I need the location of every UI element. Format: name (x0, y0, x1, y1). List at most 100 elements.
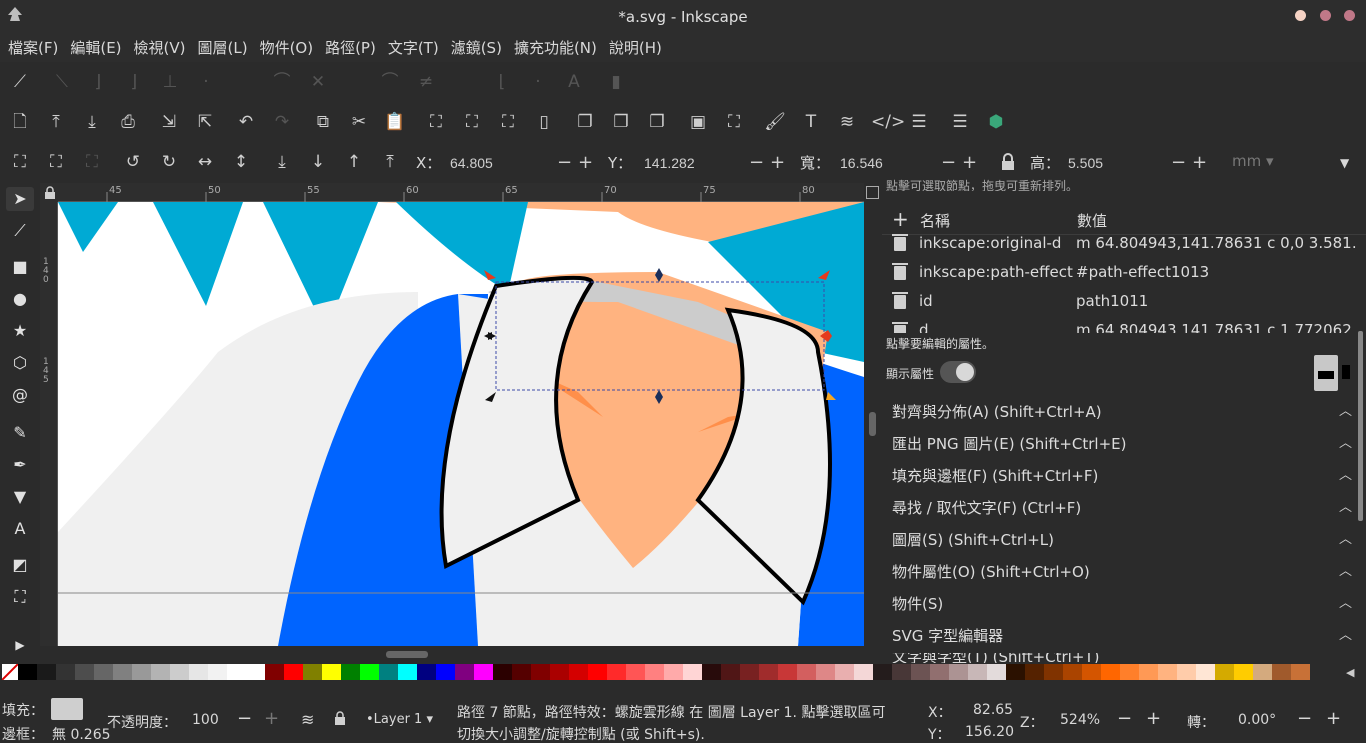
color-swatch[interactable] (816, 664, 835, 680)
dock-align-distribute[interactable]: 對齊與分佈(A) (Shift+Ctrl+A) ︿ (882, 396, 1352, 428)
color-swatch[interactable] (303, 664, 322, 680)
snap-bbox-center-icon[interactable]: · (194, 70, 218, 94)
chevron-up-icon[interactable]: ︿ (1339, 492, 1352, 524)
undo-icon[interactable]: ↶ (234, 110, 258, 134)
dock-svg-font-editor[interactable]: SVG 字型編輯器 ︿ (882, 620, 1352, 652)
copy-icon[interactable]: ⧉ (311, 110, 335, 134)
palette-menu-icon[interactable]: ◀ (1346, 666, 1354, 679)
color-swatch[interactable] (1120, 664, 1139, 680)
dock-text-font[interactable]: 文字與字型(T) (Shift+Ctrl+T) (882, 653, 1352, 663)
3d-box-tool-icon[interactable]: ⬡ (6, 351, 34, 375)
color-swatch[interactable] (930, 664, 949, 680)
snap-paths-icon[interactable]: ⌒ (270, 70, 294, 94)
color-swatch[interactable] (284, 664, 303, 680)
rectangle-tool-icon[interactable]: ■ (6, 255, 34, 279)
unit-select[interactable]: mm ▾ (1232, 152, 1274, 170)
rotate-plus-button[interactable]: + (1326, 708, 1341, 729)
drawing-artwork[interactable] (58, 202, 864, 646)
color-swatch[interactable] (797, 664, 816, 680)
y-minus-button[interactable]: − (749, 150, 764, 176)
height-field[interactable] (1068, 150, 1158, 176)
lower-bottom-icon[interactable]: ⤓ (270, 150, 294, 174)
snap-bbox-edge-icon[interactable]: ⌋ (86, 70, 110, 94)
calligraphy-tool-icon[interactable]: ▼ (6, 485, 34, 509)
color-swatch[interactable] (987, 664, 1006, 680)
opacity-minus-button[interactable]: − (237, 708, 252, 729)
delete-attribute-icon[interactable] (892, 292, 908, 309)
color-swatch[interactable] (588, 664, 607, 680)
color-swatch[interactable] (474, 664, 493, 680)
layer-lock-icon[interactable] (334, 710, 346, 726)
color-swatch[interactable] (132, 664, 151, 680)
import-icon[interactable]: ⇲ (157, 110, 181, 134)
chevron-up-icon[interactable]: ︿ (1339, 620, 1352, 652)
more-tools-icon[interactable]: ▶ (6, 633, 34, 657)
canvas-corner-toggle[interactable] (866, 186, 879, 199)
color-swatch[interactable] (360, 664, 379, 680)
layers-toggle-icon[interactable]: ≋ (301, 710, 314, 729)
x-plus-button[interactable]: + (578, 150, 593, 176)
y-field[interactable] (644, 150, 744, 176)
color-swatch[interactable] (170, 664, 189, 680)
layout-toggle-icon[interactable] (1314, 355, 1338, 391)
dock-find-replace[interactable]: 尋找 / 取代文字(F) (Ctrl+F) ︿ (882, 492, 1352, 524)
color-swatch[interactable] (740, 664, 759, 680)
add-attribute-button[interactable]: + (892, 207, 909, 231)
snap-bbox-corner-icon[interactable]: ⌋ (122, 70, 146, 94)
menu-object[interactable]: 物件(O) (254, 34, 320, 62)
layers-icon[interactable]: ≋ (835, 110, 859, 134)
show-attributes-toggle[interactable] (940, 361, 976, 383)
zoom-selection-icon[interactable]: ⛶ (424, 110, 448, 134)
color-swatch[interactable] (37, 664, 56, 680)
color-swatch[interactable] (1291, 664, 1310, 680)
rotate-minus-button[interactable]: − (1297, 708, 1312, 729)
color-swatch[interactable] (512, 664, 531, 680)
color-swatch[interactable] (1101, 664, 1120, 680)
maximize-button[interactable] (1320, 10, 1331, 21)
x-field[interactable] (450, 150, 550, 176)
color-swatch[interactable] (759, 664, 778, 680)
pencil-tool-icon[interactable]: ✎ (6, 421, 34, 445)
fill-stroke-icon[interactable]: 🖌 (763, 110, 787, 134)
delete-attribute-icon[interactable] (892, 322, 908, 333)
rotate-cw-icon[interactable]: ↻ (157, 150, 181, 174)
xml-editor-icon[interactable]: </> (871, 110, 905, 134)
ellipse-tool-icon[interactable]: ● (6, 287, 34, 311)
width-plus-button[interactable]: + (962, 150, 977, 176)
color-swatch[interactable] (949, 664, 968, 680)
menu-filters[interactable]: 濾鏡(S) (445, 34, 508, 62)
flip-horizontal-icon[interactable]: ↔ (193, 150, 217, 174)
flip-vertical-icon[interactable]: ↕ (229, 150, 253, 174)
color-swatch[interactable] (702, 664, 721, 680)
color-swatch[interactable] (968, 664, 987, 680)
menu-view[interactable]: 檢視(V) (128, 34, 192, 62)
zoom-in-button[interactable]: + (1146, 708, 1161, 729)
delete-attribute-icon[interactable] (892, 234, 908, 251)
current-layer-select[interactable]: •Layer 1 ▾ (366, 712, 433, 727)
zoom-drawing-icon[interactable]: ⛶ (460, 110, 484, 134)
zoom-value[interactable]: 524% (1060, 712, 1100, 728)
color-swatch[interactable] (94, 664, 113, 680)
snap-page-icon[interactable]: ▮ (604, 70, 628, 94)
close-button[interactable] (1344, 10, 1355, 21)
drawing-canvas[interactable] (58, 202, 864, 646)
fill-indicator[interactable] (51, 698, 83, 720)
ungroup-icon[interactable]: ⛶ (722, 110, 746, 134)
snap-bbox-icon[interactable]: ⟍ (50, 70, 74, 94)
zoom-page-width-icon[interactable]: ▯ (532, 110, 556, 134)
pen-tool-icon[interactable]: ✒ (6, 453, 34, 477)
redo-icon[interactable]: ↷ (270, 110, 294, 134)
chevron-up-icon[interactable]: ︿ (1339, 524, 1352, 556)
color-swatch[interactable] (892, 664, 911, 680)
color-swatch[interactable] (322, 664, 341, 680)
color-swatch[interactable] (1044, 664, 1063, 680)
lock-icon[interactable] (1000, 153, 1016, 171)
snap-midpoint-icon[interactable]: ≠ (414, 70, 438, 94)
color-swatch[interactable] (778, 664, 797, 680)
color-swatch[interactable] (569, 664, 588, 680)
dock-fill-stroke[interactable]: 填充與邊框(F) (Shift+Ctrl+F) ︿ (882, 460, 1352, 492)
new-document-icon[interactable]: 🗋 (8, 110, 32, 134)
color-swatch[interactable] (854, 664, 873, 680)
color-palette[interactable] (0, 663, 1366, 682)
raise-icon[interactable]: ↑ (342, 150, 366, 174)
